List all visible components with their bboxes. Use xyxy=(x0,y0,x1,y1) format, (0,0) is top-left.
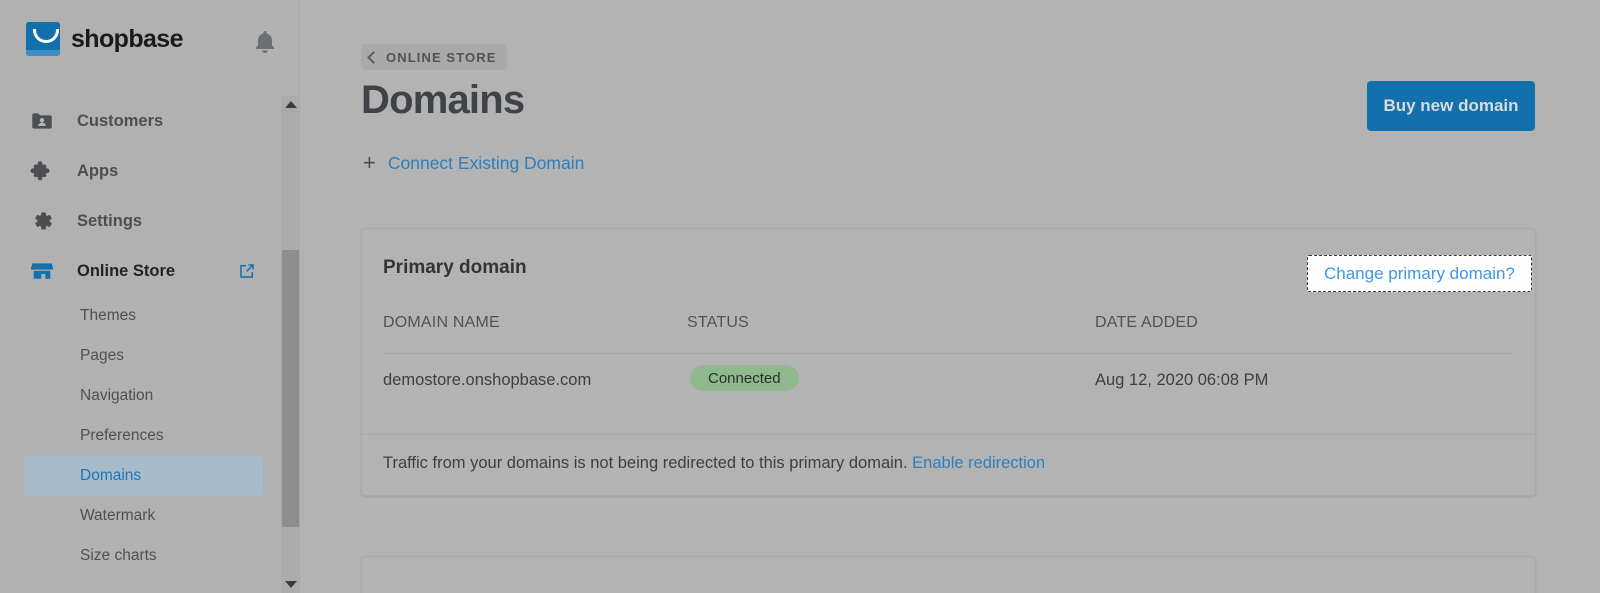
app-root: shopbase Customers Apps xyxy=(0,0,1600,593)
connect-existing-domain-label: Connect Existing Domain xyxy=(388,153,584,174)
brand-name: shopbase xyxy=(71,25,183,54)
sidebar-item-apps[interactable]: Apps xyxy=(0,146,285,196)
caret-up-icon[interactable] xyxy=(281,96,300,113)
sidebar-item-watermark[interactable]: Watermark xyxy=(24,496,263,536)
sidebar-item-label: Pages xyxy=(80,347,124,365)
card-footer: Traffic from your domains is not being r… xyxy=(383,454,1045,473)
external-link-icon[interactable] xyxy=(238,262,256,280)
sidebar-nav: Customers Apps Settings Online Store xyxy=(0,96,285,576)
sidebar-item-label: Online Store xyxy=(77,262,175,281)
brand-logo[interactable]: shopbase xyxy=(26,22,183,56)
change-primary-domain-button[interactable]: Change primary domain? xyxy=(1307,255,1532,292)
table-header-row: DOMAIN NAME STATUS DATE ADDED xyxy=(362,314,1535,354)
sidebar-item-preferences[interactable]: Preferences xyxy=(24,416,263,456)
puzzle-piece-icon xyxy=(27,156,57,186)
sidebar-item-navigation[interactable]: Navigation xyxy=(24,376,263,416)
column-header-status: STATUS xyxy=(687,314,749,332)
sidebar-item-label: Themes xyxy=(80,307,136,325)
sidebar-item-label: Preferences xyxy=(80,427,164,445)
sidebar-item-size-charts[interactable]: Size charts xyxy=(24,536,263,576)
cell-date-added: Aug 12, 2020 06:08 PM xyxy=(1095,371,1268,390)
status-badge: Connected xyxy=(690,365,799,391)
column-header-date-added: DATE ADDED xyxy=(1095,314,1198,332)
sidebar-item-themes[interactable]: Themes xyxy=(24,296,263,336)
page-title: Domains xyxy=(361,78,524,123)
sidebar-item-settings[interactable]: Settings xyxy=(0,196,285,246)
chevron-left-icon xyxy=(367,51,380,64)
bell-icon[interactable] xyxy=(251,28,279,56)
redirection-notice-text: Traffic from your domains is not being r… xyxy=(383,454,908,472)
card-title: Primary domain xyxy=(383,257,527,279)
customers-folder-icon xyxy=(27,106,57,136)
table-divider xyxy=(383,353,1512,354)
sidebar-item-pages[interactable]: Pages xyxy=(24,336,263,376)
table-row[interactable]: demostore.onshopbase.com Connected Aug 1… xyxy=(362,365,1535,415)
secondary-domains-card xyxy=(361,556,1536,593)
card-footer-divider xyxy=(362,434,1535,435)
sidebar-item-label: Size charts xyxy=(80,547,157,565)
sidebar-item-label: Settings xyxy=(77,212,142,231)
sidebar-item-label: Navigation xyxy=(80,387,153,405)
main-content: ONLINE STORE Domains + Connect Existing … xyxy=(301,0,1600,593)
sidebar-item-label: Customers xyxy=(77,112,163,131)
sidebar: shopbase Customers Apps xyxy=(0,0,300,593)
sidebar-item-label: Apps xyxy=(77,162,118,181)
primary-domain-card: Primary domain Change primary domain? DO… xyxy=(361,228,1536,496)
cell-domain-name: demostore.onshopbase.com xyxy=(383,371,591,390)
breadcrumb[interactable]: ONLINE STORE xyxy=(361,44,507,70)
sidebar-item-label: Watermark xyxy=(80,507,155,525)
gear-icon xyxy=(27,206,57,236)
sidebar-item-label: Domains xyxy=(80,467,141,485)
sidebar-item-customers[interactable]: Customers xyxy=(0,96,285,146)
connect-existing-domain-link[interactable]: + Connect Existing Domain xyxy=(363,152,584,174)
caret-down-icon[interactable] xyxy=(281,576,300,593)
plus-icon: + xyxy=(363,152,376,174)
breadcrumb-label: ONLINE STORE xyxy=(386,50,496,65)
sidebar-item-domains[interactable]: Domains xyxy=(24,456,263,496)
enable-redirection-link[interactable]: Enable redirection xyxy=(912,454,1045,472)
storefront-icon xyxy=(27,256,57,286)
sidebar-item-online-store[interactable]: Online Store xyxy=(0,246,285,296)
column-header-domain-name: DOMAIN NAME xyxy=(383,314,500,332)
buy-new-domain-button[interactable]: Buy new domain xyxy=(1367,81,1535,131)
shopbase-bag-icon xyxy=(26,22,60,56)
sidebar-scrollbar-thumb[interactable] xyxy=(282,250,299,527)
